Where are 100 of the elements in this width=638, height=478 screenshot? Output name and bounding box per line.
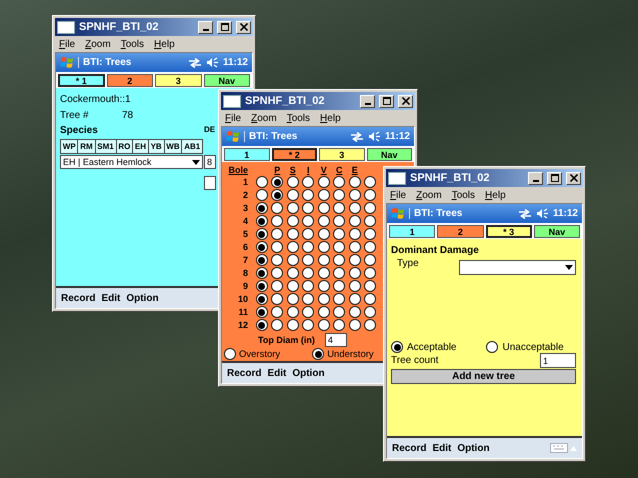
radio-button[interactable] xyxy=(302,267,314,279)
radio-button[interactable] xyxy=(271,176,284,188)
radio-button[interactable] xyxy=(391,341,403,353)
radio-button[interactable] xyxy=(256,228,268,240)
radio-button[interactable] xyxy=(364,306,376,318)
radio-button[interactable] xyxy=(271,202,284,214)
radio-button[interactable] xyxy=(302,215,314,227)
radio-button[interactable] xyxy=(286,228,299,240)
species-button[interactable]: YB xyxy=(148,140,165,153)
radio-button[interactable] xyxy=(333,306,346,318)
menu-item[interactable]: Option xyxy=(126,292,159,304)
radio-button[interactable] xyxy=(318,215,330,227)
radio-button[interactable] xyxy=(364,241,376,253)
species-button[interactable]: RO xyxy=(116,140,134,153)
species-button[interactable]: SM1 xyxy=(96,140,117,153)
radio-button[interactable] xyxy=(348,319,361,331)
radio-button[interactable] xyxy=(348,267,361,279)
close-button[interactable] xyxy=(566,172,581,184)
radio-button[interactable] xyxy=(333,293,346,305)
radio-button[interactable] xyxy=(302,306,314,318)
radio-button[interactable] xyxy=(271,267,284,279)
radio-button[interactable] xyxy=(256,306,268,318)
radio-button[interactable] xyxy=(271,319,284,331)
radio-button[interactable] xyxy=(286,254,299,266)
radio-button[interactable] xyxy=(318,319,330,331)
radio-button[interactable] xyxy=(256,189,268,201)
menu-item[interactable]: Record xyxy=(392,442,426,454)
tab[interactable]: 2 xyxy=(106,74,153,87)
menu-item[interactable]: Edit xyxy=(432,442,452,454)
menu-item[interactable]: Option xyxy=(457,442,490,454)
radio-button[interactable] xyxy=(302,319,314,331)
radio-button[interactable] xyxy=(348,215,361,227)
close-button[interactable] xyxy=(398,94,413,108)
radio-button[interactable] xyxy=(333,228,346,240)
radio-button[interactable] xyxy=(364,176,376,188)
radio-button[interactable] xyxy=(333,176,346,188)
radio-button[interactable] xyxy=(364,280,376,292)
radio-button[interactable] xyxy=(318,293,330,305)
radio-button[interactable] xyxy=(286,280,299,292)
input-field[interactable] xyxy=(204,176,216,190)
radio-button[interactable] xyxy=(318,267,330,279)
radio-button[interactable] xyxy=(333,319,346,331)
radio-button[interactable] xyxy=(256,254,268,266)
radio-button[interactable] xyxy=(333,280,346,292)
tab[interactable]: 3 xyxy=(155,74,202,87)
radio-button[interactable] xyxy=(333,254,346,266)
menu-item[interactable]: File xyxy=(225,112,242,124)
radio-button[interactable] xyxy=(348,228,361,240)
radio-button[interactable] xyxy=(364,319,376,331)
tab[interactable]: 1 xyxy=(224,148,270,161)
input-field[interactable]: 1 xyxy=(540,353,576,368)
maximize-button[interactable] xyxy=(547,172,562,184)
radio-button[interactable] xyxy=(271,293,284,305)
radio-button[interactable] xyxy=(486,341,498,353)
minimize-button[interactable] xyxy=(198,20,213,34)
radio-button[interactable] xyxy=(302,241,314,253)
radio-button[interactable] xyxy=(333,267,346,279)
radio-button[interactable] xyxy=(271,254,284,266)
radio-button[interactable] xyxy=(286,306,299,318)
radio-button[interactable] xyxy=(256,202,268,214)
menu-item[interactable]: File xyxy=(390,190,406,200)
radio-button[interactable] xyxy=(224,348,236,360)
menu-item[interactable]: Help xyxy=(485,190,506,200)
type-dropdown[interactable] xyxy=(459,260,576,275)
radio-button[interactable] xyxy=(256,293,268,305)
radio-button[interactable] xyxy=(302,202,314,214)
radio-button[interactable] xyxy=(348,293,361,305)
species-dropdown[interactable]: EH | Eastern Hemlock xyxy=(60,155,203,169)
radio-button[interactable] xyxy=(364,267,376,279)
close-button[interactable] xyxy=(236,20,251,34)
radio-button[interactable] xyxy=(318,176,330,188)
radio-button[interactable] xyxy=(256,319,268,331)
radio-button[interactable] xyxy=(318,241,330,253)
radio-button[interactable] xyxy=(333,241,346,253)
add-tree-button[interactable]: Add new tree xyxy=(391,369,576,384)
species-button[interactable]: WB xyxy=(164,140,182,153)
minimize-button[interactable] xyxy=(360,94,375,108)
radio-button[interactable] xyxy=(364,202,376,214)
tab[interactable]: * 2 xyxy=(272,148,317,161)
radio-button[interactable] xyxy=(364,215,376,227)
radio-button[interactable] xyxy=(318,202,330,214)
input-field[interactable]: 4 xyxy=(324,333,347,347)
radio-button[interactable] xyxy=(286,319,299,331)
menu-item[interactable]: Record xyxy=(61,292,96,304)
radio-button[interactable] xyxy=(318,189,330,201)
species-button[interactable]: RM xyxy=(78,140,96,153)
menu-item[interactable]: Tools xyxy=(286,112,310,124)
species-button[interactable]: EH xyxy=(133,140,149,153)
radio-button[interactable] xyxy=(333,189,346,201)
radio-button[interactable] xyxy=(256,215,268,227)
menu-item[interactable]: Zoom xyxy=(251,112,277,124)
radio-button[interactable] xyxy=(348,254,361,266)
radio-button[interactable] xyxy=(348,280,361,292)
radio-button[interactable] xyxy=(256,267,268,279)
radio-button[interactable] xyxy=(256,176,268,188)
radio-button[interactable] xyxy=(364,189,376,201)
radio-button[interactable] xyxy=(333,215,346,227)
radio-button[interactable] xyxy=(348,306,361,318)
radio-button[interactable] xyxy=(318,280,330,292)
radio-button[interactable] xyxy=(302,228,314,240)
